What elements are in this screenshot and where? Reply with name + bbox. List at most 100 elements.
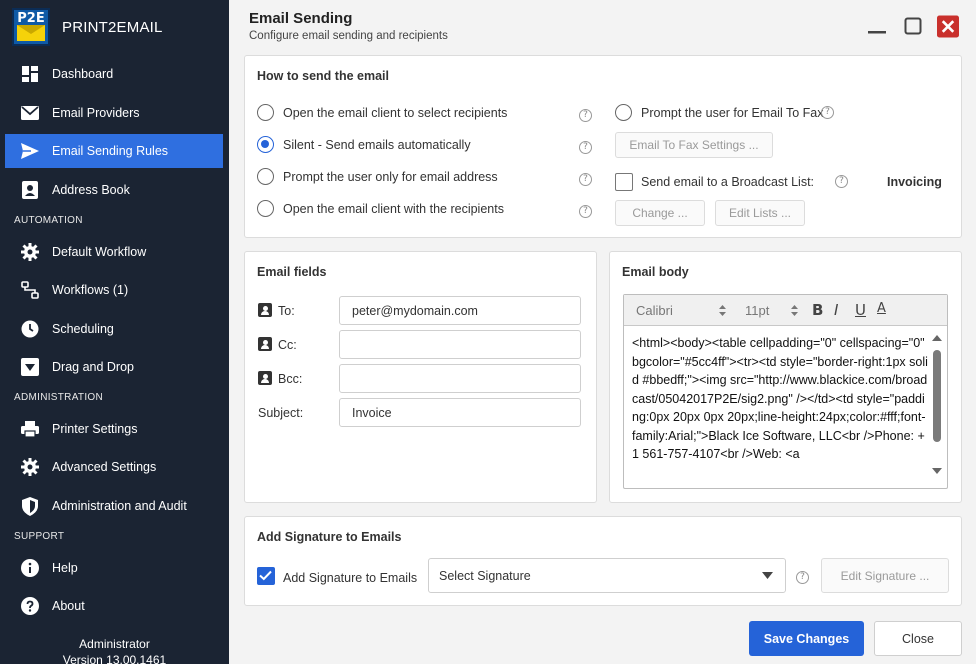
section-administration: ADMINISTRATION	[14, 392, 104, 403]
sidebar-item-address-book[interactable]: Address Book	[5, 173, 223, 207]
contact-card-icon	[20, 180, 40, 200]
current-user: Administrator	[79, 637, 150, 651]
add-signature-label: Add Signature to Emails	[283, 571, 418, 585]
signature-select[interactable]: Select Signature	[428, 558, 786, 593]
scroll-up-icon[interactable]	[932, 334, 942, 342]
sidebar-item-printer-settings[interactable]: Printer Settings	[5, 412, 223, 446]
edit-lists-button[interactable]: Edit Lists ...	[715, 200, 805, 226]
brand: P2E PRINT2EMAIL	[12, 7, 163, 47]
shield-icon	[20, 496, 40, 516]
app-name: PRINT2EMAIL	[62, 18, 163, 36]
sidebar-item-about[interactable]: About	[5, 589, 223, 623]
maximize-button[interactable]	[902, 15, 924, 37]
email-to-fax-settings-button[interactable]: Email To Fax Settings ...	[615, 132, 773, 158]
radio-prompt-email[interactable]	[257, 168, 274, 185]
sidebar-item-label: Dashboard	[52, 67, 114, 81]
change-button[interactable]: Change ...	[615, 200, 705, 226]
sidebar-item-advanced-settings[interactable]: Advanced Settings	[5, 450, 223, 484]
scrollbar-thumb[interactable]	[933, 350, 941, 442]
subject-field[interactable]: Invoice	[339, 398, 581, 427]
cc-label: Cc:	[278, 338, 297, 352]
contact-icon	[258, 303, 272, 317]
logo-text: P2E	[17, 11, 45, 26]
add-signature-checkbox[interactable]	[257, 567, 275, 585]
email-fields-title: Email fields	[257, 265, 327, 279]
help-icon[interactable]: ?	[579, 205, 592, 218]
printer-icon	[20, 419, 40, 439]
sidebar-item-help[interactable]: Help	[5, 551, 223, 585]
contact-icon	[258, 337, 272, 351]
spinner-icon	[719, 305, 726, 316]
signature-title: Add Signature to Emails	[257, 530, 402, 544]
broadcast-list-value: Invoicing	[887, 175, 942, 189]
close-window-button[interactable]	[937, 15, 959, 37]
save-changes-button[interactable]: Save Changes	[749, 621, 864, 656]
drop-icon	[20, 357, 40, 377]
bcc-field[interactable]	[339, 364, 581, 393]
sidebar-item-label: About	[52, 599, 85, 613]
sidebar-item-label: Drag and Drop	[52, 360, 134, 374]
font-color-button[interactable]: A	[877, 301, 886, 316]
help-icon[interactable]: ?	[796, 571, 809, 584]
minimize-button[interactable]	[866, 15, 888, 37]
page-subtitle: Configure email sending and recipients	[249, 30, 448, 42]
to-field[interactable]: peter@mydomain.com	[339, 296, 581, 325]
app-version: Version 13.00.1461	[62, 653, 167, 664]
sidebar-item-dashboard[interactable]: Dashboard	[5, 57, 223, 91]
sidebar-item-label: Administration and Audit	[52, 499, 187, 513]
broadcast-list-checkbox[interactable]	[615, 173, 633, 191]
sidebar-item-label: Advanced Settings	[52, 460, 157, 474]
checkmark-icon	[259, 570, 272, 581]
bcc-label: Bcc:	[278, 372, 303, 386]
italic-button[interactable]: I	[834, 301, 838, 319]
workflow-icon	[20, 280, 40, 300]
font-size-select[interactable]: 11pt	[745, 303, 769, 318]
scrollbar[interactable]	[931, 334, 942, 480]
help-icon[interactable]: ?	[821, 106, 834, 119]
font-select[interactable]: Calibri	[636, 303, 673, 318]
radio-label: Open the email client with the recipient…	[283, 202, 504, 216]
help-icon[interactable]: ?	[835, 175, 848, 188]
clock-icon	[20, 319, 40, 339]
email-body-content[interactable]: <html><body><table cellpadding="0" cells…	[632, 334, 928, 464]
print2email-logo: P2E	[12, 8, 50, 46]
scroll-down-icon[interactable]	[932, 467, 942, 475]
sidebar-item-drag-and-drop[interactable]: Drag and Drop	[5, 350, 223, 384]
help-icon[interactable]: ?	[579, 109, 592, 122]
section-support: SUPPORT	[14, 531, 65, 542]
send-icon	[20, 141, 40, 161]
maximize-icon	[904, 17, 922, 35]
email-body-editor[interactable]: Calibri 11pt B I U A <html><body><table …	[623, 294, 948, 489]
radio-open-client-select[interactable]	[257, 104, 274, 121]
underline-button[interactable]: U	[855, 301, 866, 319]
sidebar-item-email-sending-rules[interactable]: Email Sending Rules	[5, 134, 223, 168]
sidebar-item-email-providers[interactable]: Email Providers	[5, 96, 223, 130]
sidebar-item-scheduling[interactable]: Scheduling	[5, 312, 223, 346]
cc-field[interactable]	[339, 330, 581, 359]
sidebar-item-administration-and-audit[interactable]: Administration and Audit	[5, 489, 223, 523]
sidebar-item-label: Scheduling	[52, 322, 114, 336]
sidebar-item-workflows[interactable]: Workflows (1)	[5, 273, 223, 307]
radio-label: Prompt the user only for email address	[283, 170, 498, 184]
radio-label: Open the email client to select recipien…	[283, 106, 508, 120]
broadcast-label: Send email to a Broadcast List:	[641, 175, 815, 189]
sidebar-item-default-workflow[interactable]: Default Workflow	[5, 235, 223, 269]
help-icon[interactable]: ?	[579, 141, 592, 154]
signature-select-value: Select Signature	[439, 568, 531, 583]
info-icon	[20, 558, 40, 578]
edit-signature-button[interactable]: Edit Signature ...	[821, 558, 949, 593]
sidebar-item-label: Email Sending Rules	[52, 144, 169, 158]
radio-email-to-fax[interactable]	[615, 104, 632, 121]
radio-open-client-recipients[interactable]	[257, 200, 274, 217]
close-button[interactable]: Close	[874, 621, 962, 656]
bold-button[interactable]: B	[812, 301, 823, 319]
editor-toolbar: Calibri 11pt B I U A	[624, 295, 947, 326]
help-icon[interactable]: ?	[579, 173, 592, 186]
radio-silent-send[interactable]	[257, 136, 274, 153]
sidebar-item-label: Address Book	[52, 183, 130, 197]
minimize-icon	[868, 31, 886, 34]
how-to-send-title: How to send the email	[257, 69, 389, 83]
section-automation: AUTOMATION	[14, 215, 83, 226]
radio-label: Silent - Send emails automatically	[283, 138, 471, 152]
subject-label: Subject:	[258, 406, 304, 420]
